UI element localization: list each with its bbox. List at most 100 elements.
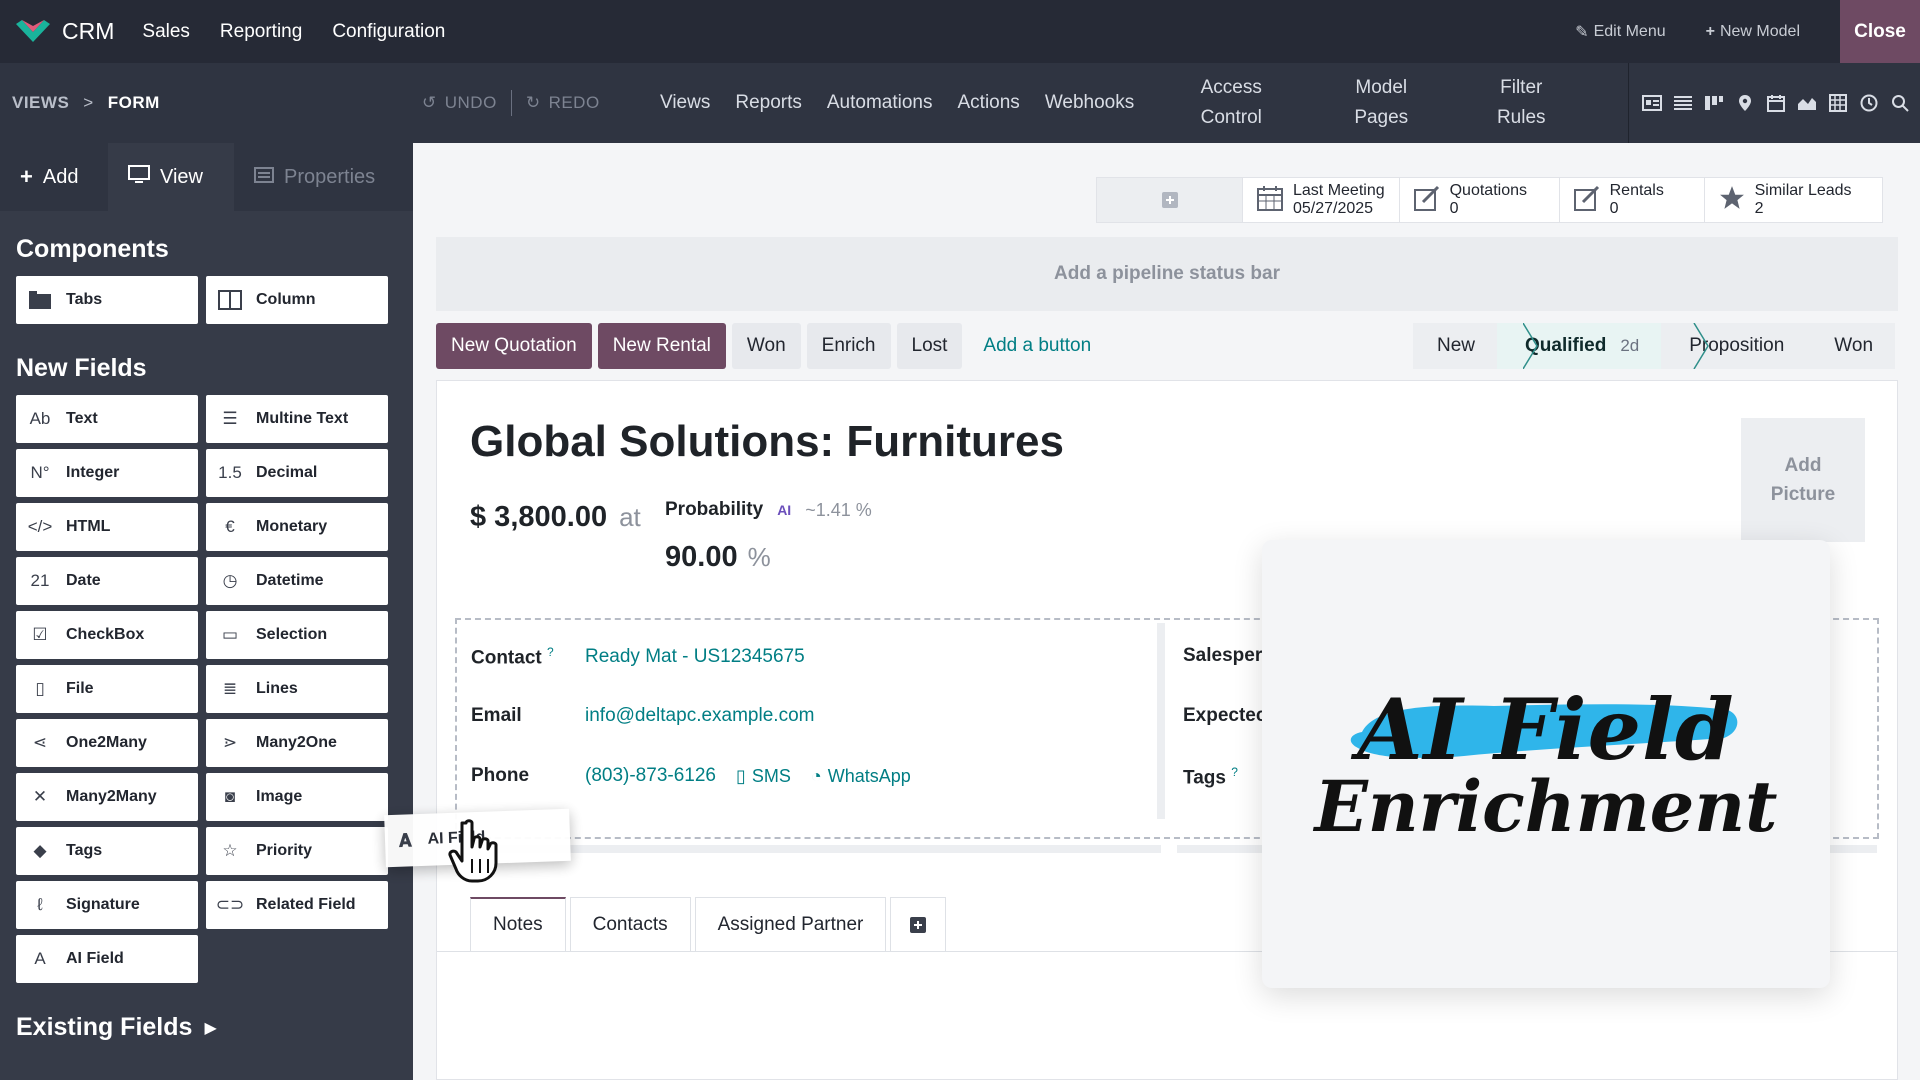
field-type-label: Tags: [66, 842, 103, 859]
field-type-html[interactable]: </> HTML: [16, 503, 198, 551]
form-view-icon[interactable]: [1641, 92, 1663, 114]
smart-button-last-meeting[interactable]: Last Meeting 05/27/2025: [1242, 178, 1399, 222]
probability-field: 90.00 %: [665, 541, 771, 574]
field-type-monetary[interactable]: € Monetary: [206, 503, 388, 551]
menu-sales[interactable]: Sales: [142, 21, 190, 43]
app-name[interactable]: CRM: [62, 18, 114, 45]
email-value[interactable]: info@deltapc.example.com: [585, 705, 814, 727]
automated-probability[interactable]: ~1.41 %: [805, 500, 872, 521]
field-type-file[interactable]: ▯ File: [16, 665, 198, 713]
close-studio-button[interactable]: Close: [1840, 0, 1920, 63]
add-picture-button[interactable]: Add Picture: [1741, 418, 1865, 542]
contact-value[interactable]: Ready Mat - US12345675: [585, 646, 805, 668]
lost-button[interactable]: Lost: [896, 323, 963, 369]
field-email[interactable]: Email info@deltapc.example.com: [471, 705, 814, 727]
add-a-button-link[interactable]: Add a button: [968, 323, 1106, 369]
field-type-related-field[interactable]: ⊂⊃ Related Field: [206, 881, 388, 929]
add-tab-button[interactable]: [890, 897, 947, 951]
nav-model-pages-l2: Pages: [1354, 107, 1409, 128]
breadcrumb-separator: >: [83, 93, 94, 112]
field-type-datetime[interactable]: ◷ Datetime: [206, 557, 388, 605]
add-status-bar-placeholder[interactable]: Add a pipeline status bar: [436, 237, 1898, 311]
new-rental-button[interactable]: New Rental: [597, 323, 726, 369]
tab-assigned-partner[interactable]: Assigned Partner: [694, 897, 887, 951]
existing-fields-toggle[interactable]: Existing Fields ▶: [16, 1013, 217, 1042]
field-type-integer[interactable]: N° Integer: [16, 449, 198, 497]
field-type-lines[interactable]: ≣ Lines: [206, 665, 388, 713]
smart-button-similar-leads[interactable]: Similar Leads 2: [1703, 178, 1882, 222]
field-type-checkbox[interactable]: ☑ CheckBox: [16, 611, 198, 659]
component-tabs[interactable]: Tabs: [16, 276, 198, 324]
kanban-view-icon[interactable]: [1703, 92, 1725, 114]
tab-notes[interactable]: Notes: [470, 897, 566, 951]
record-title[interactable]: Global Solutions: Furnitures: [470, 417, 1064, 467]
field-phone[interactable]: Phone (803)-873-6126 ▯ SMS ◔ WhatsApp: [471, 765, 911, 787]
plus-square-icon: [1161, 192, 1178, 208]
field-type-text[interactable]: Ab Text: [16, 395, 198, 443]
field-type-tags[interactable]: ◆ Tags: [16, 827, 198, 875]
help-tooltip-icon[interactable]: ?: [547, 645, 554, 659]
tab-contacts[interactable]: Contacts: [569, 897, 691, 951]
tab-add[interactable]: + Add: [0, 143, 108, 211]
search-icon[interactable]: [1889, 92, 1911, 114]
phone-value[interactable]: (803)-873-6126: [585, 765, 716, 787]
tags-icon: ◆: [33, 841, 47, 860]
graph-view-icon[interactable]: [1796, 92, 1818, 114]
redo-button[interactable]: ↻ REDO: [526, 93, 600, 113]
field-type-selection[interactable]: ▭ Selection: [206, 611, 388, 659]
activity-view-icon[interactable]: [1858, 92, 1880, 114]
nav-automations[interactable]: Automations: [827, 88, 933, 118]
list-view-icon[interactable]: [1672, 92, 1694, 114]
undo-button[interactable]: ↺ UNDO: [422, 93, 497, 113]
field-type-many2many[interactable]: ✕ Many2Many: [16, 773, 198, 821]
tab-properties[interactable]: Properties: [234, 143, 395, 211]
new-quotation-button[interactable]: New Quotation: [436, 323, 592, 369]
nav-webhooks[interactable]: Webhooks: [1045, 88, 1134, 118]
tab-view[interactable]: View: [108, 143, 234, 211]
new-model-link[interactable]: + New Model: [1706, 23, 1800, 41]
breadcrumb-views[interactable]: VIEWS: [12, 93, 69, 113]
component-column[interactable]: Column: [206, 276, 388, 324]
nav-filter-rules[interactable]: Filter Rules: [1476, 73, 1566, 133]
smart-button-rentals[interactable]: Rentals 0: [1558, 178, 1704, 222]
menu-reporting[interactable]: Reporting: [220, 21, 302, 43]
field-type-many2one[interactable]: ⋗ Many2One: [206, 719, 388, 767]
whatsapp-button[interactable]: ◔ WhatsApp: [811, 766, 911, 787]
field-type-priority[interactable]: ☆ Priority: [206, 827, 388, 875]
edit-menu-link[interactable]: ✎ Edit Menu: [1575, 22, 1665, 42]
menu-configuration[interactable]: Configuration: [332, 21, 445, 43]
won-button[interactable]: Won: [731, 323, 801, 369]
field-type-date[interactable]: 21 Date: [16, 557, 198, 605]
sms-button[interactable]: ▯ SMS: [736, 766, 791, 787]
map-view-icon[interactable]: [1734, 92, 1756, 114]
nav-views[interactable]: Views: [660, 88, 710, 118]
field-contact[interactable]: Contact ? Ready Mat - US12345675: [471, 645, 805, 669]
add-smart-button[interactable]: [1097, 178, 1242, 222]
stage-won[interactable]: Won: [1806, 323, 1896, 369]
nav-reports[interactable]: Reports: [735, 88, 802, 118]
field-type-label: Multine Text: [256, 410, 349, 427]
field-type-image[interactable]: ◙ Image: [206, 773, 388, 821]
help-tooltip-icon[interactable]: ?: [1231, 765, 1238, 779]
field-type-label: Priority: [256, 842, 313, 859]
ai-icon[interactable]: AI: [777, 502, 791, 518]
field-type-ai-field[interactable]: A AI Field: [16, 935, 198, 983]
stat-value: 2: [1754, 200, 1764, 217]
pivot-view-icon[interactable]: [1827, 92, 1849, 114]
stage-new[interactable]: New: [1413, 323, 1498, 369]
field-type-multine-text[interactable]: ☰ Multine Text: [206, 395, 388, 443]
smart-button-quotations[interactable]: Quotations 0: [1398, 178, 1559, 222]
nav-filter-rules-l2: Rules: [1496, 107, 1546, 128]
revenue-value[interactable]: $ 3,800.00: [470, 501, 607, 534]
nav-access-control[interactable]: Access Control: [1176, 73, 1286, 133]
field-type-decimal[interactable]: 1.5 Decimal: [206, 449, 388, 497]
field-type-one2many[interactable]: ⋖ One2Many: [16, 719, 198, 767]
nav-actions[interactable]: Actions: [958, 88, 1020, 118]
nav-model-pages[interactable]: Model Pages: [1326, 73, 1436, 133]
crm-logo-icon[interactable]: [14, 17, 52, 47]
probability-value[interactable]: 90.00: [665, 541, 738, 574]
enrich-button[interactable]: Enrich: [806, 323, 891, 369]
field-type-signature[interactable]: ℓ Signature: [16, 881, 198, 929]
redo-icon: ↻: [525, 93, 541, 112]
calendar-view-icon[interactable]: [1765, 92, 1787, 114]
